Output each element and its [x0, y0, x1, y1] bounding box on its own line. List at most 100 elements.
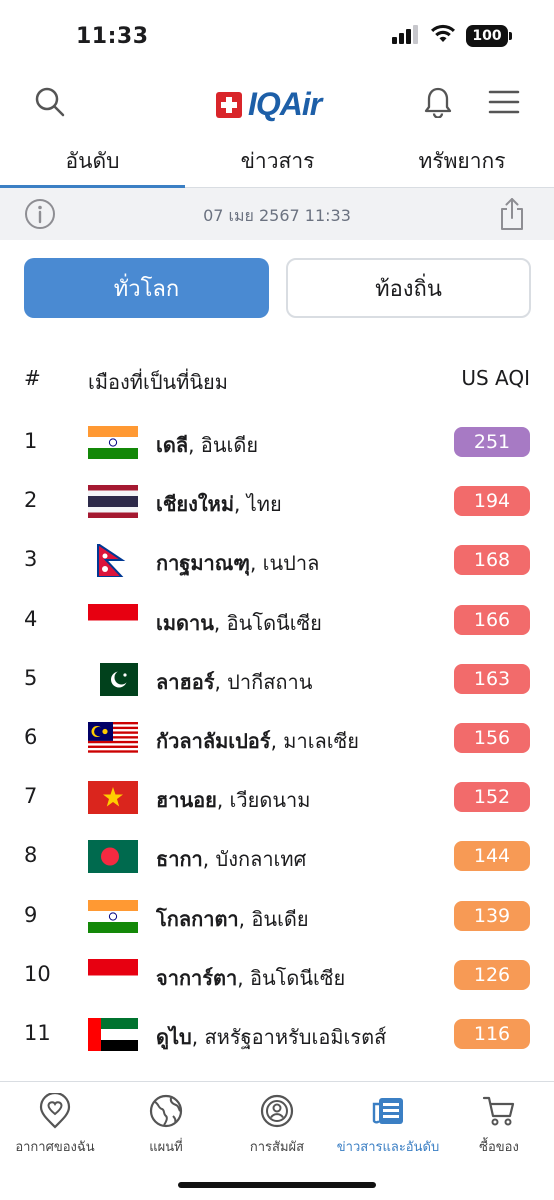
nav-my-air[interactable]: อากาศของฉัน [0, 1092, 110, 1158]
ranking-row[interactable]: 11 ดูไบ, สหรัฐอาหรับเอมิเรตส์ 116 [0, 1005, 554, 1064]
globe-icon [111, 1092, 221, 1130]
aqi-badge: 116 [454, 1019, 530, 1049]
country-label: , อินเดีย [188, 433, 259, 457]
city-label: กัวลาลัมเปอร์ [156, 729, 271, 753]
country-label: , ปากีสถาน [214, 669, 313, 694]
rank-number: 2 [24, 488, 38, 513]
aqi-badge: 163 [454, 663, 530, 694]
rank-number: 1 [24, 429, 38, 453]
country-label: , สหรัฐอาหรับเอมิเรตส์ [191, 1025, 387, 1049]
aqi-badge: 139 [454, 900, 530, 931]
country-label: , เวียดนาม [216, 788, 311, 813]
top-tabs: อันดับ ข่าวสาร ทรัพยากร [0, 136, 554, 188]
menu-icon[interactable] [484, 82, 524, 122]
thailand-flag-icon [88, 485, 138, 519]
aqi-badge: 194 [454, 486, 530, 517]
share-icon[interactable] [498, 197, 526, 235]
nav-label: แผนที่ [149, 1140, 183, 1155]
ranking-row[interactable]: 8 ธากา, บังกลาเทศ 144 [0, 827, 554, 886]
nav-label: การสัมผัส [249, 1140, 305, 1155]
rank-number: 6 [24, 725, 38, 749]
aqi-badge: 152 [454, 782, 530, 813]
city-label: เดลี [156, 433, 189, 457]
city-name: เดลี, อินเดีย [156, 429, 258, 461]
nav-exposure[interactable]: การสัมผัส [222, 1092, 332, 1158]
country-label: , อินโดนีเซีย [213, 610, 322, 635]
ranking-row[interactable]: 10 จาการ์ตา, อินโดนีเซีย 126 [0, 946, 554, 1005]
bell-icon[interactable] [418, 82, 458, 122]
country-label: , บังกลาเทศ [202, 847, 307, 872]
rank-number: 10 [24, 961, 51, 986]
city-label: เชียงใหม่ [156, 492, 235, 517]
city-name: เมดาน, อินโดนีเซีย [156, 607, 322, 639]
aqi-column-header: US AQI [461, 366, 530, 390]
aqi-badge: 168 [454, 545, 530, 576]
nepal-flag-icon [88, 544, 138, 578]
city-column-header: เมืองที่เป็นที่นิยม [88, 370, 228, 394]
pakistan-flag-icon [88, 662, 138, 696]
city-label: ดูไบ [156, 1025, 192, 1049]
local-toggle-button[interactable]: ท้องถิ่น [286, 258, 531, 318]
ranking-row[interactable]: 7 ฮานอย, เวียดนาม 152 [0, 768, 554, 827]
city-label: ลาฮอร์ [156, 669, 215, 694]
nav-label: อากาศของฉัน [15, 1140, 95, 1155]
india-flag-icon [88, 899, 138, 933]
nav-label: ซื้อของ [479, 1140, 519, 1155]
city-label: กาฐมาณฑุ [156, 551, 250, 576]
city-name: ลาฮอร์, ปากีสถาน [156, 666, 312, 698]
uae-flag-icon [88, 1018, 138, 1051]
nav-shop[interactable]: ซื้อของ [444, 1092, 554, 1158]
person-circle-icon [222, 1092, 332, 1130]
city-label: ฮานอย [156, 788, 217, 813]
aqi-badge: 156 [454, 723, 530, 753]
iqair-logo: IQAir [216, 86, 322, 123]
city-name: เชียงใหม่, ไทย [156, 488, 282, 520]
status-time: 11:33 [76, 24, 149, 49]
rank-number: 5 [24, 665, 38, 690]
tab-resources[interactable]: ทรัพยากร [370, 136, 554, 186]
city-name: กาฐมาณฑุ, เนปาล [156, 547, 319, 579]
city-name: ดูไบ, สหรัฐอาหรับเอมิเรตส์ [156, 1021, 386, 1053]
country-label: , มาเลเซีย [270, 729, 359, 753]
rank-column-header: # [24, 366, 41, 390]
rank-number: 8 [24, 843, 38, 868]
tab-ranking[interactable]: อันดับ [0, 136, 185, 186]
malaysia-flag-icon [88, 722, 138, 755]
ranking-row[interactable]: 6 กัวลาลัมเปอร์, มาเลเซีย 156 [0, 709, 554, 768]
vietnam-flag-icon [88, 781, 138, 815]
status-bar: 11:33 100 [0, 0, 554, 72]
cart-icon [444, 1092, 554, 1130]
aqi-badge: 166 [454, 604, 530, 635]
info-bar: 07 เมย 2567 11:33 [0, 188, 554, 240]
cellular-signal-icon [392, 24, 420, 48]
battery-icon: 100 [466, 25, 512, 47]
ranking-row[interactable]: 5 ลาฮอร์, ปากีสถาน 163 [0, 650, 554, 709]
ranking-row[interactable]: 1 เดลี, อินเดีย 251 [0, 413, 554, 472]
tab-news[interactable]: ข่าวสาร [185, 136, 370, 186]
updated-datetime: 07 เมย 2567 11:33 [203, 206, 351, 225]
wifi-icon [430, 24, 456, 48]
ranking-row[interactable]: 3 กาฐมาณฑุ, เนปาล 168 [0, 531, 554, 590]
aqi-badge: 144 [454, 841, 530, 872]
global-toggle-button[interactable]: ทั่วโลก [24, 258, 269, 318]
ranking-row[interactable]: 4 เมดาน, อินโดนีเซีย 166 [0, 591, 554, 650]
city-name: จาการ์ตา, อินโดนีเซีย [156, 962, 345, 994]
ranking-row[interactable]: 9 โกลกาตา, อินเดีย 139 [0, 887, 554, 946]
rank-number: 9 [24, 902, 38, 927]
city-label: เมดาน [156, 610, 214, 635]
nav-map[interactable]: แผนที่ [111, 1092, 221, 1158]
city-name: ธากา, บังกลาเทศ [156, 843, 306, 875]
city-name: โกลกาตา, อินเดีย [156, 903, 309, 935]
aqi-badge: 251 [454, 427, 530, 457]
city-name: ฮานอย, เวียดนาม [156, 784, 310, 816]
city-name: กัวลาลัมเปอร์, มาเลเซีย [156, 725, 359, 757]
country-label: , เนปาล [249, 551, 320, 576]
nav-news-ranking[interactable]: ข่าวสารและอันดับ [333, 1092, 443, 1158]
heart-location-icon [0, 1092, 110, 1130]
ranking-row[interactable]: 2 เชียงใหม่, ไทย 194 [0, 472, 554, 531]
app-header: IQAir [0, 72, 554, 134]
aqi-badge: 126 [454, 959, 530, 990]
search-icon[interactable] [30, 82, 70, 122]
country-label: , อินโดนีเซีย [237, 965, 346, 990]
rank-number: 7 [24, 784, 38, 809]
